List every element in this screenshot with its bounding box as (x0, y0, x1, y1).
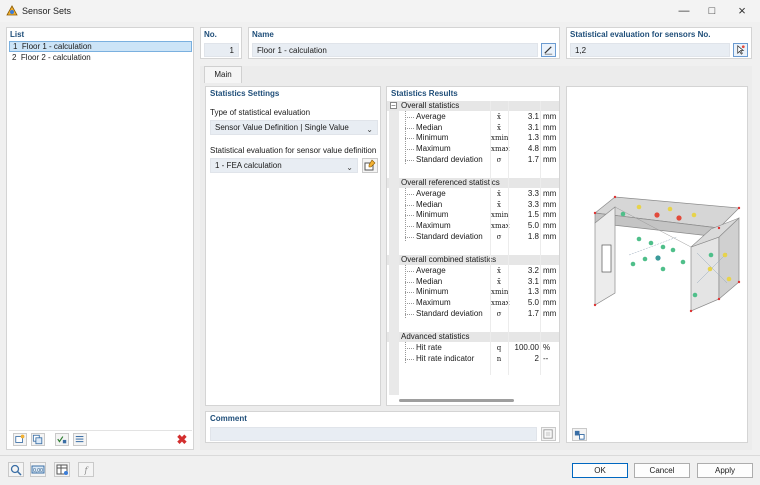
footer-divider (0, 455, 760, 456)
list-item-name: Floor 2 - calculation (20, 53, 91, 62)
edit-definition-icon[interactable] (362, 158, 378, 173)
list-header: List (10, 30, 25, 39)
table-row: Median x̃ 3.1 mm (387, 123, 559, 134)
comment-panel: Comment (205, 411, 560, 443)
results-grid: – Overall statistics Average x̄ 3.1 mm Medi… (387, 101, 559, 396)
chevron-down-icon: ⌄ (346, 163, 353, 172)
name-panel: Name Floor 1 - calculation (248, 27, 560, 59)
grid-divider (540, 101, 541, 375)
type-dropdown-value: Sensor Value Definition | Single Value (215, 123, 349, 132)
table-row: Average x̄ 3.1 mm (387, 112, 559, 123)
svg-text:f: f (84, 466, 90, 475)
section-name: Overall combined statistics (401, 255, 497, 264)
list-item-no: 1 (13, 42, 18, 51)
title-bar: Sensor Sets — □ × (0, 0, 760, 22)
tree-gutter (389, 111, 399, 395)
table-row: Minimum xmin 1.5 mm (387, 210, 559, 221)
units-icon[interactable]: 0,00 (30, 462, 46, 477)
minimize-icon[interactable]: — (672, 3, 696, 19)
comment-input[interactable] (210, 427, 537, 441)
definition-dropdown-value: 1 - FEA calculation (215, 161, 282, 170)
table-row: Average x̄ 3.3 mm (387, 189, 559, 200)
maximize-icon[interactable]: □ (700, 3, 724, 19)
no-panel: No. 1 (200, 27, 242, 59)
section-name: Advanced statistics (401, 332, 470, 341)
table-row: Standard deviation σ 1.7 mm (387, 155, 559, 166)
list-panel: List 1 Floor 1 - calculation 2 Floor 2 -… (6, 27, 194, 450)
definition-label: Statistical evaluation for sensor value … (210, 146, 377, 155)
definition-dropdown[interactable]: 1 - FEA calculation ⌄ (210, 158, 358, 173)
list-item[interactable]: 1 Floor 1 - calculation (9, 41, 192, 52)
formula-icon[interactable]: f (78, 462, 94, 477)
horizontal-scrollbar[interactable] (399, 399, 514, 402)
list-item-no: 2 (12, 53, 17, 62)
view-options-icon[interactable] (572, 428, 587, 441)
window-title: Sensor Sets (22, 6, 72, 16)
stat-sensors-field[interactable]: 1,2 (570, 43, 730, 57)
delete-icon[interactable]: ✖ (175, 433, 189, 446)
type-dropdown[interactable]: Sensor Value Definition | Single Value ⌄ (210, 120, 378, 135)
table-row: Minimum xmin 1.3 mm (387, 287, 559, 298)
comment-library-icon[interactable] (541, 427, 556, 441)
type-label: Type of statistical evaluation (210, 108, 311, 117)
list-toolbar-divider (9, 430, 192, 431)
model-preview-panel (566, 86, 748, 443)
name-label: Name (252, 30, 274, 39)
apply-button[interactable]: Apply (697, 463, 753, 478)
section-header[interactable]: – Overall statistics (387, 101, 559, 111)
stat-sensors-panel: Statistical evaluation for sensors No. 1… (566, 27, 752, 59)
table-row: Maximum xmax 5.0 mm (387, 298, 559, 309)
statistics-results-title: Statistics Results (391, 89, 458, 98)
check-all-icon[interactable] (55, 433, 69, 446)
new-item-icon[interactable] (13, 433, 27, 446)
stat-sensors-label: Statistical evaluation for sensors No. (570, 30, 711, 39)
svg-text:0,00: 0,00 (33, 468, 43, 474)
statistics-results-panel: Statistics Results – Overall statistics … (386, 86, 560, 406)
edit-name-icon[interactable] (541, 43, 556, 57)
ok-button[interactable]: OK (572, 463, 628, 478)
section-header[interactable]: – Advanced statistics (387, 332, 559, 342)
section-header[interactable]: – Overall referenced statistics (387, 178, 559, 188)
cancel-button[interactable]: Cancel (634, 463, 690, 478)
help-search-icon[interactable] (8, 462, 24, 477)
pick-sensors-icon[interactable] (733, 43, 748, 57)
table-row: Minimum xmin 1.3 mm (387, 133, 559, 144)
list: 1 Floor 1 - calculation 2 Floor 2 - calc… (9, 41, 192, 63)
statistics-settings-title: Statistics Settings (210, 89, 280, 98)
name-field[interactable]: Floor 1 - calculation (252, 43, 538, 57)
chevron-down-icon: ⌄ (366, 125, 373, 134)
grid-divider (508, 101, 509, 375)
close-icon[interactable]: × (730, 3, 754, 19)
table-row: Maximum xmax 4.8 mm (387, 144, 559, 155)
no-field[interactable]: 1 (204, 43, 239, 57)
section-header[interactable]: – Overall combined statistics (387, 255, 559, 265)
section-name: Overall statistics (401, 101, 460, 110)
table-row: Hit rate q 100.00% (387, 343, 559, 354)
table-row: Average x̄ 3.2 mm (387, 266, 559, 277)
list-item-name: Floor 1 - calculation (21, 42, 92, 51)
tab-main[interactable]: Main (204, 66, 242, 83)
table-row: Hit rate indicator n 2 -- (387, 354, 559, 365)
table-row: Maximum xmax 5.0 mm (387, 221, 559, 232)
copy-item-icon[interactable] (31, 433, 45, 446)
statistics-settings-panel: Statistics Settings Type of statistical … (205, 86, 381, 406)
uncheck-all-icon[interactable] (73, 433, 87, 446)
collapse-icon[interactable]: – (390, 102, 397, 109)
table-row: Median x̃ 3.3 mm (387, 200, 559, 211)
section-name: Overall referenced statistics (401, 178, 500, 187)
grid-divider (490, 101, 491, 375)
table-row: Standard deviation σ 1.7 mm (387, 309, 559, 320)
comment-label: Comment (210, 414, 247, 423)
table-row: Standard deviation σ 1.8 mm (387, 232, 559, 243)
app-icon (6, 5, 18, 16)
table-row: Median x̃ 3.1 mm (387, 277, 559, 288)
no-label: No. (204, 30, 217, 39)
model-3d-view[interactable] (567, 87, 747, 417)
table-view-icon[interactable] (54, 462, 70, 477)
list-item[interactable]: 2 Floor 2 - calculation (9, 52, 192, 63)
